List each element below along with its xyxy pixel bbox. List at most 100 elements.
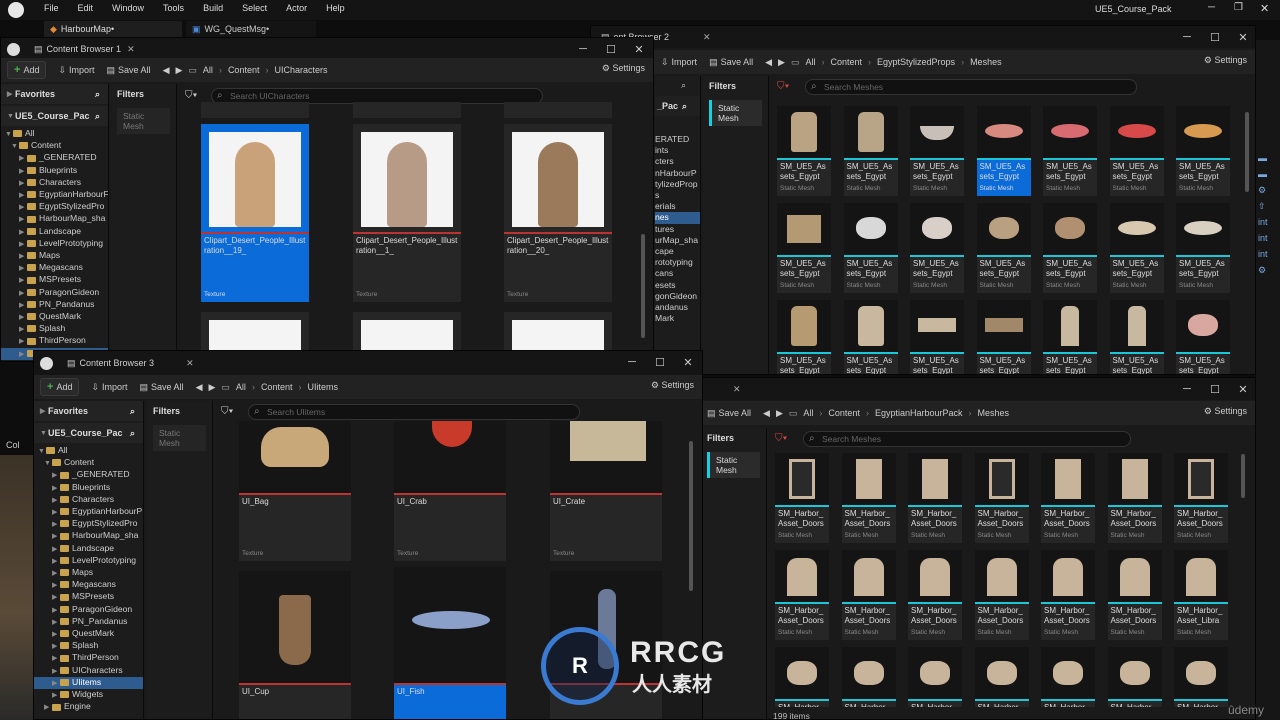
- cb3-root-header[interactable]: ▼ UE5_Course_Pac ⌕: [34, 423, 143, 443]
- folder-node[interactable]: ▶ LevelPrototyping: [34, 555, 143, 567]
- folder-node[interactable]: ▶ Landscape: [1, 226, 108, 238]
- folder-node[interactable]: urMap_sha: [655, 235, 700, 246]
- cb3-tab-close-icon[interactable]: ✕: [186, 358, 194, 369]
- folder-node[interactable]: nes: [655, 212, 700, 224]
- search-icon[interactable]: ⌕: [130, 406, 135, 417]
- asset-tile[interactable]: Clipart_Desert_People_Illustration__19_ T…: [201, 124, 309, 302]
- cb4-filter-button[interactable]: ⛉▾: [775, 433, 787, 444]
- history-back-icon[interactable]: ◀: [196, 382, 203, 393]
- folder-node[interactable]: erials: [655, 201, 700, 212]
- folder-node[interactable]: rototyping: [655, 257, 700, 268]
- crumb[interactable]: Content: [261, 382, 293, 392]
- asset-tile[interactable]: SM_UE5_Assets_Egypt Static Mesh: [777, 106, 831, 196]
- cb3-maximize-button[interactable]: ☐: [646, 351, 674, 373]
- cb1-filter-static-mesh[interactable]: Static Mesh: [117, 108, 170, 134]
- cb2-settings-button[interactable]: ⚙ Settings: [1204, 55, 1247, 66]
- history-back-icon[interactable]: ◀: [765, 57, 772, 68]
- asset-tile[interactable]: SM_UE5_Assets_Egypt Static Mesh: [1176, 203, 1230, 293]
- menu-item[interactable]: Tools: [163, 3, 184, 13]
- asset-tile[interactable]: SM_UE5_Assets_Egypt Static Mesh: [843, 203, 898, 293]
- cb4-minimize-button[interactable]: ─: [1173, 378, 1201, 400]
- cb1-import-button[interactable]: ⇩ Import: [58, 65, 94, 76]
- cb2-import-button[interactable]: ⇩ Import: [661, 57, 697, 68]
- expand-arrow-icon[interactable]: ▶: [19, 288, 27, 299]
- crumb[interactable]: All: [803, 408, 813, 418]
- cb1-root-header[interactable]: ▼ UE5_Course_Pac ⌕: [1, 106, 108, 126]
- expand-arrow-icon[interactable]: ▶: [52, 519, 60, 530]
- asset-tile[interactable]: SM_Harbor_Asset_Doors: [1107, 647, 1162, 707]
- cb2-titlebar[interactable]: ▤ ent Browser 2 ✕: [591, 26, 1255, 48]
- asset-tile[interactable]: Clipart_Desert_People_Illustration__20_ T…: [504, 124, 612, 302]
- asset-tile[interactable]: SM_Harbor_Asset_Doors Static Mesh: [841, 453, 896, 543]
- cb3-minimize-button[interactable]: ─: [618, 351, 646, 373]
- expand-arrow-icon[interactable]: ▶: [19, 190, 27, 201]
- folder-node[interactable]: gonGideon: [655, 291, 700, 302]
- cb2-scrollbar[interactable]: [1245, 112, 1249, 192]
- asset-tile[interactable]: SM_UE5_Assets_Egypt Static Mesh: [976, 106, 1031, 196]
- cb3-import-button[interactable]: ⇩ Import: [91, 382, 127, 393]
- folder-node[interactable]: ▶ QuestMark: [34, 628, 143, 640]
- cb3-add-button[interactable]: + Add: [40, 378, 80, 396]
- expand-arrow-icon[interactable]: ▶: [52, 531, 60, 542]
- folder-node[interactable]: esets: [655, 280, 700, 291]
- expand-arrow-icon[interactable]: ▶: [19, 300, 27, 311]
- folder-node[interactable]: ▶ Maps: [1, 250, 108, 262]
- crumb[interactable]: EgyptStylizedProps: [877, 57, 955, 67]
- folder-node[interactable]: ▶ EgyptStylizedPro: [1, 201, 108, 213]
- expand-arrow-icon[interactable]: ▶: [19, 239, 27, 250]
- folder-node[interactable]: ▶ QuestMark: [1, 311, 108, 323]
- search-icon[interactable]: ⌕: [95, 111, 100, 122]
- folder-node[interactable]: ▶ UIitems: [34, 676, 143, 690]
- crumb[interactable]: Meshes: [978, 408, 1010, 418]
- history-back-icon[interactable]: ◀: [163, 65, 170, 76]
- expand-arrow-icon[interactable]: ▶: [19, 251, 27, 262]
- asset-tile[interactable]: SM_Harbor_Asset_Libra Static Mesh: [1174, 550, 1228, 640]
- asset-tile[interactable]: SM_Harbor_Asset_Doors: [1174, 647, 1228, 707]
- expand-arrow-icon[interactable]: ▶: [52, 605, 60, 616]
- cb3-save-all-button[interactable]: ▤ Save All: [140, 382, 184, 393]
- expand-arrow-icon[interactable]: ▶: [19, 227, 27, 238]
- expand-arrow-icon[interactable]: ▶: [19, 214, 27, 225]
- asset-tile[interactable]: SM_UE5_Assets_Egypt Static Mesh: [910, 106, 964, 196]
- menu-item[interactable]: Window: [112, 3, 144, 13]
- history-forward-icon[interactable]: ▶: [778, 57, 785, 68]
- cb3-favorites-header[interactable]: ▶ Favorites ⌕: [34, 401, 143, 421]
- folder-node[interactable]: ▶ Widgets: [34, 689, 143, 701]
- crumb[interactable]: UICharacters: [274, 65, 327, 75]
- expand-arrow-icon[interactable]: ▶: [52, 568, 60, 579]
- cb1-minimize-button[interactable]: ─: [569, 38, 597, 60]
- folder-node[interactable]: ▶ Characters: [1, 177, 108, 189]
- asset-tile[interactable]: SM_Harbor_Asset_Doors: [908, 647, 962, 707]
- cb4-save-all-button[interactable]: ▤ Save All: [707, 408, 751, 419]
- tab-wg-questmsg[interactable]: ▣ WG_QuestMsg•: [186, 21, 316, 37]
- expand-arrow-icon[interactable]: ▶: [52, 641, 60, 652]
- folder-node[interactable]: andanus: [655, 302, 700, 313]
- folder-node[interactable]: ▼ All: [34, 445, 143, 457]
- expand-arrow-icon[interactable]: ▶: [19, 178, 27, 189]
- folder-node[interactable]: ▶ ParagonGideon: [34, 604, 143, 616]
- asset-tile[interactable]: UI_Fish: [394, 567, 506, 719]
- folder-node[interactable]: ▼ Content: [34, 457, 143, 469]
- expand-arrow-icon[interactable]: ▶: [52, 592, 60, 603]
- cb1-close-button[interactable]: ✕: [625, 38, 653, 60]
- asset-tile[interactable]: SM_UE5_Assets_Egypt Static Mesh: [1043, 106, 1097, 196]
- folder-node[interactable]: ▶ _GENERATED: [34, 469, 143, 481]
- cb2-search-icon[interactable]: ⌕: [681, 80, 686, 91]
- folder-node[interactable]: cters: [655, 156, 700, 167]
- expand-arrow-icon[interactable]: ▼: [44, 458, 52, 469]
- crumb[interactable]: Content: [828, 408, 860, 418]
- expand-arrow-icon[interactable]: ▶: [52, 653, 60, 664]
- asset-tile[interactable]: SM_UE5_Assets_Egypt Static Mesh: [976, 203, 1031, 293]
- folder-node[interactable]: ▶ UICharacters: [34, 665, 143, 677]
- cb3-titlebar[interactable]: ▤ Content Browser 3 ✕: [34, 351, 702, 375]
- folder-node[interactable]: ▶ Blueprints: [1, 165, 108, 177]
- cb1-maximize-button[interactable]: ☐: [597, 38, 625, 60]
- expand-arrow-icon[interactable]: ▶: [52, 629, 60, 640]
- crumb[interactable]: Content: [228, 65, 260, 75]
- cb4-tab-close-icon[interactable]: ✕: [733, 384, 741, 395]
- asset-tile[interactable]: SM_UE5_Assets_Egypt Static Mesh: [777, 203, 831, 293]
- cb3-close-button[interactable]: ✕: [674, 351, 702, 373]
- folder-node[interactable]: ▶ Characters: [34, 494, 143, 506]
- asset-tile[interactable]: Clipart_Desert_People_Illustration__1_ Te…: [353, 124, 461, 302]
- cb3-settings-button[interactable]: ⚙ Settings: [651, 380, 694, 391]
